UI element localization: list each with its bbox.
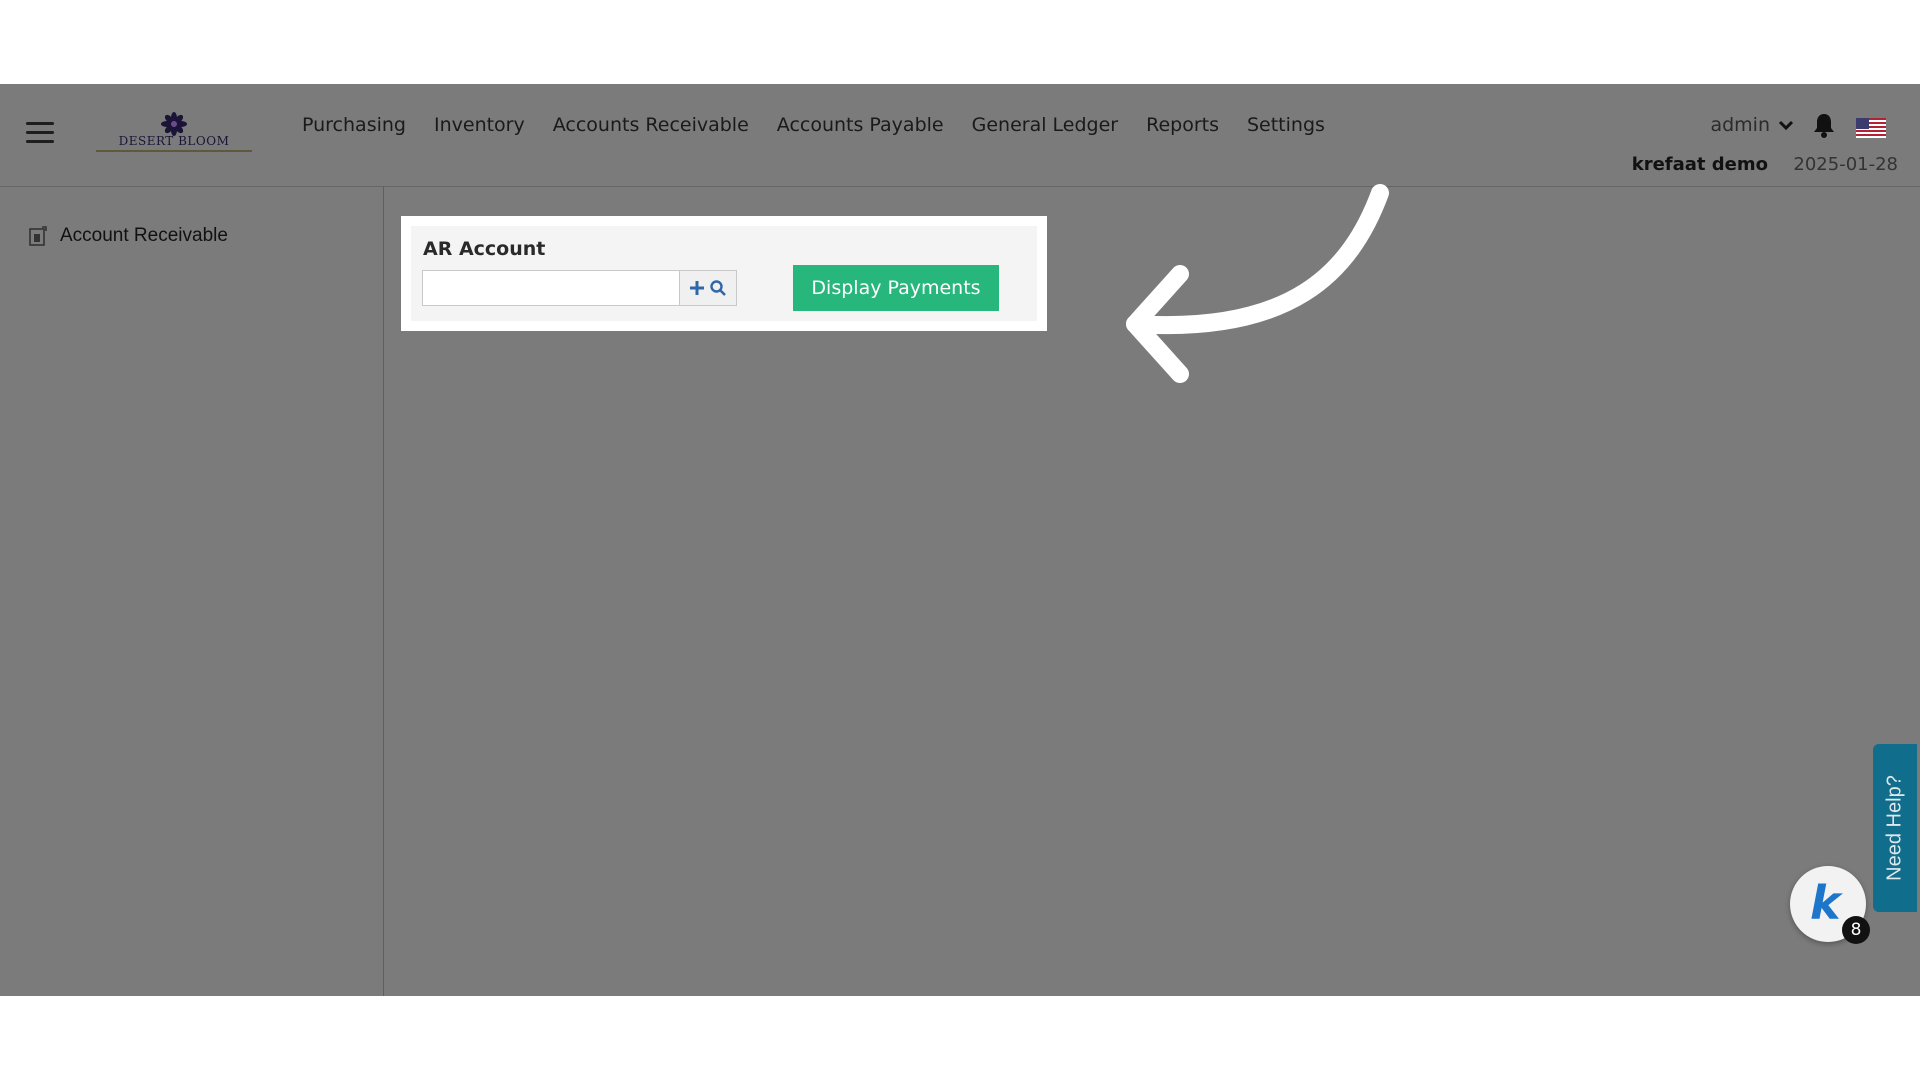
display-payments-button[interactable]: Display Payments — [793, 265, 999, 311]
need-help-tab[interactable]: Need Help? — [1873, 744, 1917, 912]
nav-general-ledger[interactable]: General Ledger — [972, 114, 1118, 136]
k-logo-icon: k — [1810, 876, 1841, 930]
user-menu[interactable]: admin — [1710, 114, 1794, 136]
nav-accounts-receivable[interactable]: Accounts Receivable — [553, 114, 749, 136]
nav-settings[interactable]: Settings — [1247, 114, 1325, 136]
logo-text: DESERT BLOOM — [118, 134, 230, 148]
notification-badge: 8 — [1842, 916, 1870, 944]
search-icon — [710, 280, 726, 296]
main-nav: Purchasing Inventory Accounts Receivable… — [302, 114, 1325, 136]
us-flag-icon[interactable] — [1856, 118, 1886, 138]
nav-inventory[interactable]: Inventory — [434, 114, 525, 136]
company-name: krefaat demo — [1631, 154, 1768, 175]
flower-icon — [161, 112, 187, 136]
bell-icon[interactable] — [1813, 112, 1835, 138]
ar-account-form: AR Account Display Payments — [411, 226, 1037, 321]
plus-icon — [690, 281, 704, 295]
sidebar-item-label: Account Receivable — [60, 225, 228, 246]
top-header: DESERT BLOOM Purchasing Inventory Accoun… — [0, 84, 1920, 187]
nav-reports[interactable]: Reports — [1146, 114, 1219, 136]
session-date: 2025-01-28 — [1793, 154, 1898, 175]
chat-widget-button[interactable]: k 8 — [1790, 866, 1870, 944]
hamburger-menu-icon[interactable] — [26, 122, 54, 144]
ar-account-input[interactable] — [422, 270, 680, 306]
app-frame: DESERT BLOOM Purchasing Inventory Accoun… — [0, 84, 1920, 996]
document-icon — [29, 226, 47, 246]
chevron-down-icon — [1778, 120, 1794, 131]
logo-underline — [96, 150, 252, 152]
ar-account-label: AR Account — [423, 238, 546, 260]
company-logo[interactable]: DESERT BLOOM — [96, 112, 252, 154]
sidebar: Account Receivable — [0, 187, 384, 996]
sidebar-item-account-receivable[interactable]: Account Receivable — [28, 225, 228, 247]
ar-account-panel: AR Account Display Payments — [401, 216, 1047, 331]
user-name: admin — [1710, 114, 1770, 136]
pointer-arrow-icon — [1126, 184, 1389, 383]
nav-purchasing[interactable]: Purchasing — [302, 114, 406, 136]
need-help-label: Need Help? — [1883, 775, 1906, 881]
ar-account-lookup-button[interactable] — [680, 270, 737, 306]
nav-accounts-payable[interactable]: Accounts Payable — [777, 114, 944, 136]
